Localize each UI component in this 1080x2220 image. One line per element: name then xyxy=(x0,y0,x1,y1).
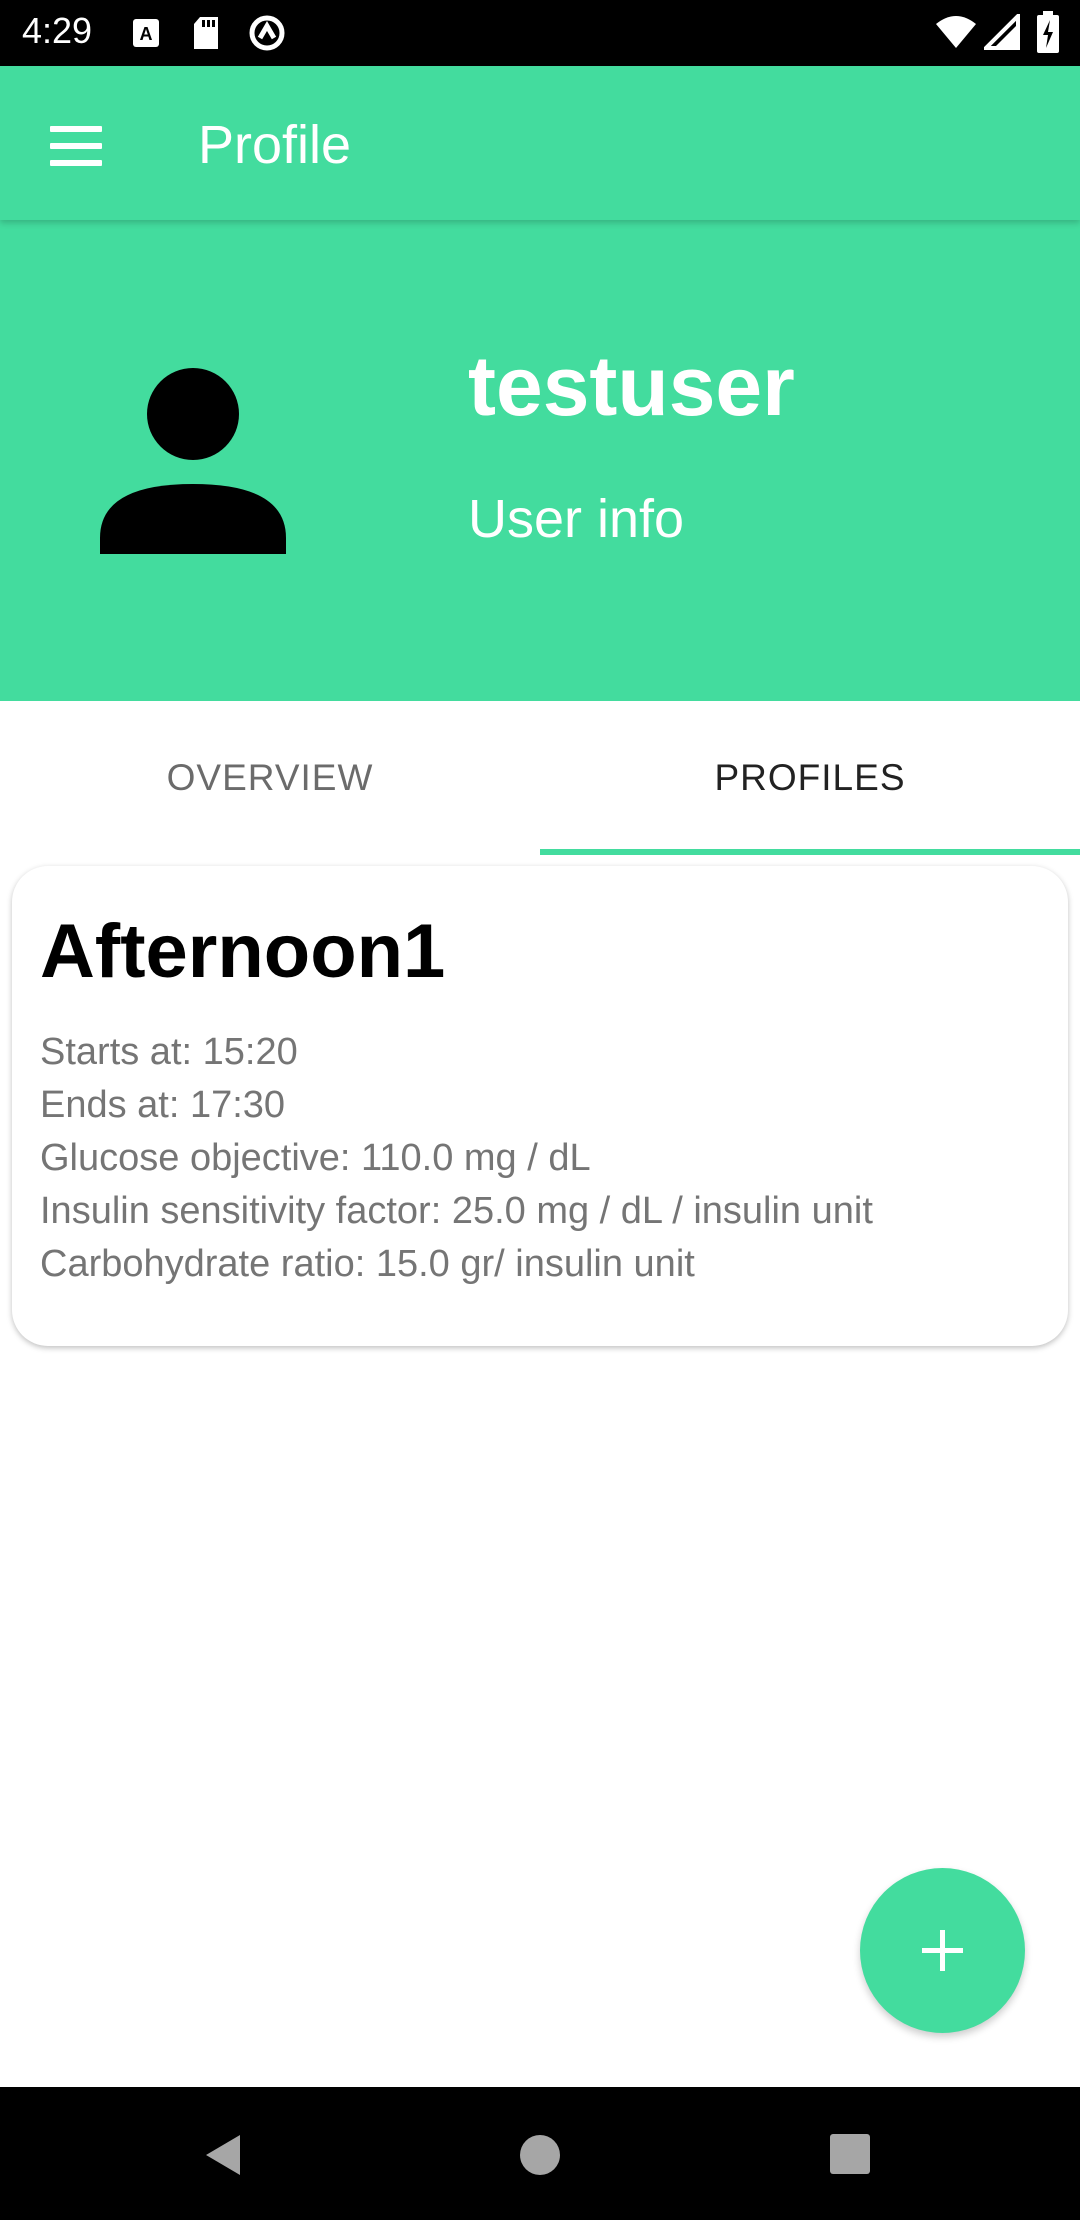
a-notification-icon: A xyxy=(133,19,159,47)
signal-icon xyxy=(984,14,1020,50)
svg-text:A: A xyxy=(140,24,153,44)
app-bar: Profile xyxy=(0,66,1080,220)
add-profile-button[interactable] xyxy=(860,1868,1025,2033)
menu-icon xyxy=(50,126,102,132)
person-icon xyxy=(100,368,286,554)
sync-icon xyxy=(249,15,285,51)
home-icon[interactable] xyxy=(518,2133,562,2177)
back-icon[interactable] xyxy=(200,2131,248,2179)
profile-name: Afternoon1 xyxy=(40,909,446,994)
menu-icon-line xyxy=(50,143,102,149)
menu-icon-line xyxy=(50,160,102,166)
tab-overview[interactable]: OVERVIEW xyxy=(0,701,540,855)
page-title: Profile xyxy=(198,115,352,175)
status-bar: 4:29 A xyxy=(0,0,1080,66)
add-icon xyxy=(922,1930,963,1971)
sd-card-icon xyxy=(194,17,218,49)
profile-details: Starts at: 15:20 Ends at: 17:30 Glucose … xyxy=(40,1026,873,1291)
tab-bar: OVERVIEW PROFILES xyxy=(0,701,1080,855)
system-nav-bar xyxy=(0,2087,1080,2220)
profile-end-time: Ends at: 17:30 xyxy=(40,1084,286,1126)
recents-icon[interactable] xyxy=(829,2133,871,2175)
profile-start-time: Starts at: 15:20 xyxy=(40,1031,298,1073)
menu-button[interactable] xyxy=(36,106,116,186)
battery-icon xyxy=(1037,11,1059,53)
profile-carb-ratio: Carbohydrate ratio: 15.0 gr/ insulin uni… xyxy=(40,1243,695,1285)
profile-glucose-objective: Glucose objective: 110.0 mg / dL xyxy=(40,1137,591,1179)
profile-insulin-sensitivity: Insulin sensitivity factor: 25.0 mg / dL… xyxy=(40,1190,873,1232)
tab-profiles[interactable]: PROFILES xyxy=(540,701,1080,855)
user-info-label: User info xyxy=(468,489,685,549)
status-time: 4:29 xyxy=(22,10,93,51)
wifi-icon xyxy=(936,16,976,48)
profile-header: testuser User info xyxy=(0,220,1080,701)
profile-card[interactable]: Afternoon1 Starts at: 15:20 Ends at: 17:… xyxy=(12,866,1068,1346)
tab-indicator xyxy=(540,849,1080,855)
username: testuser xyxy=(468,339,795,433)
